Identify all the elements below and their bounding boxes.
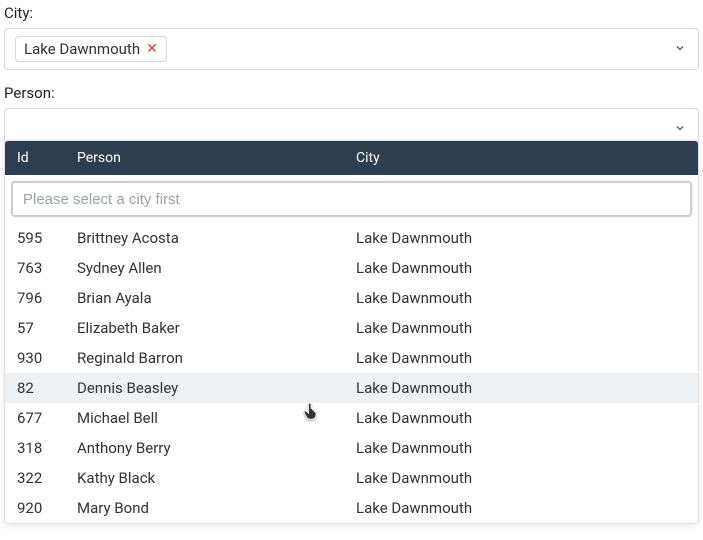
- cell-city: Lake Dawnmouth: [356, 319, 686, 337]
- cell-city: Lake Dawnmouth: [356, 349, 686, 367]
- column-header-person: Person: [77, 150, 356, 166]
- cell-person: Brian Ayala: [77, 289, 356, 307]
- cell-person: Brittney Acosta: [77, 229, 356, 247]
- cell-id: 677: [17, 409, 77, 427]
- list-item[interactable]: 595Brittney AcostaLake Dawnmouth: [5, 223, 698, 253]
- cell-id: 82: [17, 379, 77, 397]
- cell-city: Lake Dawnmouth: [356, 409, 686, 427]
- chevron-down-icon: [674, 120, 686, 138]
- column-header-id: Id: [17, 150, 77, 166]
- cell-person: Dennis Beasley: [77, 379, 356, 397]
- cell-person: Kathy Black: [77, 469, 356, 487]
- city-label: City:: [4, 4, 699, 22]
- list-item[interactable]: 82Dennis BeasleyLake Dawnmouth: [5, 373, 698, 403]
- search-input[interactable]: [11, 181, 692, 217]
- cell-id: 318: [17, 439, 77, 457]
- cell-id: 595: [17, 229, 77, 247]
- cell-person: Mary Bond: [77, 499, 356, 517]
- list-item[interactable]: 57Elizabeth BakerLake Dawnmouth: [5, 313, 698, 343]
- dropdown-list: 595Brittney AcostaLake Dawnmouth763Sydne…: [5, 223, 698, 523]
- city-chip: Lake Dawnmouth ✕: [15, 36, 167, 62]
- cell-city: Lake Dawnmouth: [356, 439, 686, 457]
- list-item[interactable]: 677Michael BellLake Dawnmouth: [5, 403, 698, 433]
- cell-id: 57: [17, 319, 77, 337]
- cell-id: 930: [17, 349, 77, 367]
- person-label: Person:: [4, 84, 699, 102]
- list-item[interactable]: 763Sydney AllenLake Dawnmouth: [5, 253, 698, 283]
- cell-person: Sydney Allen: [77, 259, 356, 277]
- cell-id: 322: [17, 469, 77, 487]
- list-item[interactable]: 796Brian AyalaLake Dawnmouth: [5, 283, 698, 313]
- cell-city: Lake Dawnmouth: [356, 229, 686, 247]
- list-item[interactable]: 920Mary BondLake Dawnmouth: [5, 493, 698, 523]
- close-icon[interactable]: ✕: [146, 42, 158, 56]
- dropdown-search-wrap: [5, 175, 698, 223]
- cell-person: Anthony Berry: [77, 439, 356, 457]
- city-select[interactable]: Lake Dawnmouth ✕: [4, 28, 699, 70]
- table-header: Id Person City: [5, 141, 698, 175]
- column-header-city: City: [356, 150, 686, 166]
- cell-id: 920: [17, 499, 77, 517]
- cell-person: Elizabeth Baker: [77, 319, 356, 337]
- cell-city: Lake Dawnmouth: [356, 259, 686, 277]
- cell-person: Reginald Barron: [77, 349, 356, 367]
- cell-city: Lake Dawnmouth: [356, 289, 686, 307]
- cell-city: Lake Dawnmouth: [356, 379, 686, 397]
- cell-id: 763: [17, 259, 77, 277]
- list-item[interactable]: 318Anthony BerryLake Dawnmouth: [5, 433, 698, 463]
- city-chip-text: Lake Dawnmouth: [24, 40, 140, 58]
- person-dropdown-panel: Id Person City 595Brittney AcostaLake Da…: [4, 140, 699, 524]
- cell-person: Michael Bell: [77, 409, 356, 427]
- cell-city: Lake Dawnmouth: [356, 499, 686, 517]
- list-item[interactable]: 930Reginald BarronLake Dawnmouth: [5, 343, 698, 373]
- cell-city: Lake Dawnmouth: [356, 469, 686, 487]
- chevron-down-icon: [674, 40, 686, 58]
- list-item[interactable]: 322Kathy BlackLake Dawnmouth: [5, 463, 698, 493]
- cell-id: 796: [17, 289, 77, 307]
